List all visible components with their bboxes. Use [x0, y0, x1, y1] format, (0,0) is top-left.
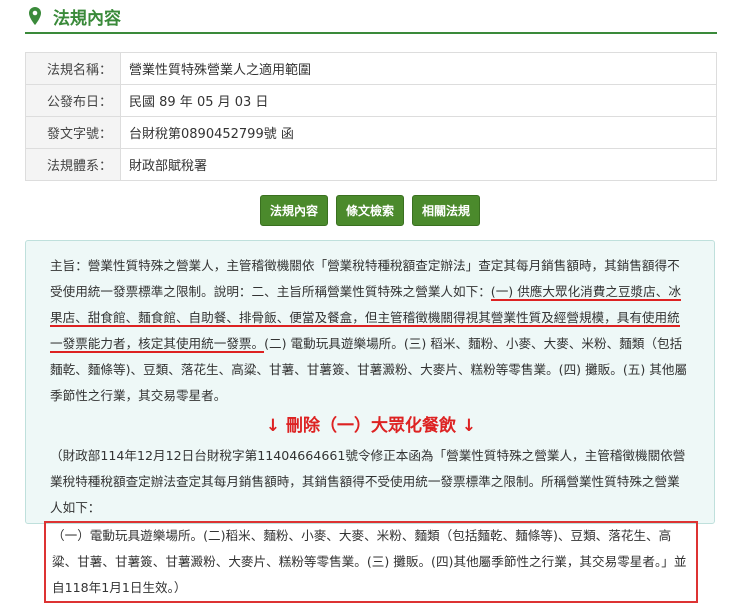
label: 法規名稱：: [25, 52, 121, 85]
label: 公發布日：: [25, 84, 121, 117]
regulation-info-table: 法規名稱： 營業性質特殊營業人之適用範圍 公發布日： 民國 89 年 05 月 03…: [25, 52, 717, 181]
table-row: 公發布日： 民國 89 年 05 月 03 日: [25, 84, 717, 117]
label: 發文字號：: [25, 116, 121, 149]
original-text: 主旨：營業性質特殊之營業人，主管稽徵機關依「營業稅特種稅額查定辦法」查定其每月銷…: [50, 253, 692, 409]
label: 法規體系：: [25, 148, 121, 181]
article-search-button[interactable]: 條文檢索: [335, 195, 404, 226]
amendment-text: （財政部114年12月12日台財稅字第11404664661號令修正本函為「營業…: [50, 448, 686, 515]
section-header: 法規內容: [25, 0, 717, 34]
table-row: 發文字號： 台財稅第0890452799號 函: [25, 116, 717, 149]
annotation: ↓ 刪除（一）大眾化餐飲 ↓: [265, 416, 477, 436]
value: 台財稅第0890452799號 函: [120, 116, 717, 149]
regulation-content-button[interactable]: 法規內容: [259, 195, 328, 226]
button-group: 法規內容 條文檢索 相關法規: [0, 195, 740, 226]
value: 民國 89 年 05 月 03 日: [120, 84, 717, 117]
section-title: 法規內容: [53, 8, 121, 29]
map-pin-icon: [29, 7, 41, 25]
table-row: 法規體系： 財政部賦稅署: [25, 148, 717, 181]
content-box: 主旨：營業性質特殊之營業人，主管稽徵機關依「營業稅特種稅額查定辦法」查定其每月銷…: [25, 240, 715, 603]
value: 營業性質特殊營業人之適用範圍: [120, 52, 717, 85]
value: 財政部賦稅署: [120, 148, 717, 181]
related-regulations-button[interactable]: 相關法規: [412, 195, 481, 226]
amendment-boxed-text: （一）電動玩具遊樂場所。(二)稻米、麵粉、小麥、大麥、米粉、麵類（包括麵乾、麵條…: [44, 521, 698, 603]
table-row: 法規名稱： 營業性質特殊營業人之適用範圍: [25, 52, 717, 85]
